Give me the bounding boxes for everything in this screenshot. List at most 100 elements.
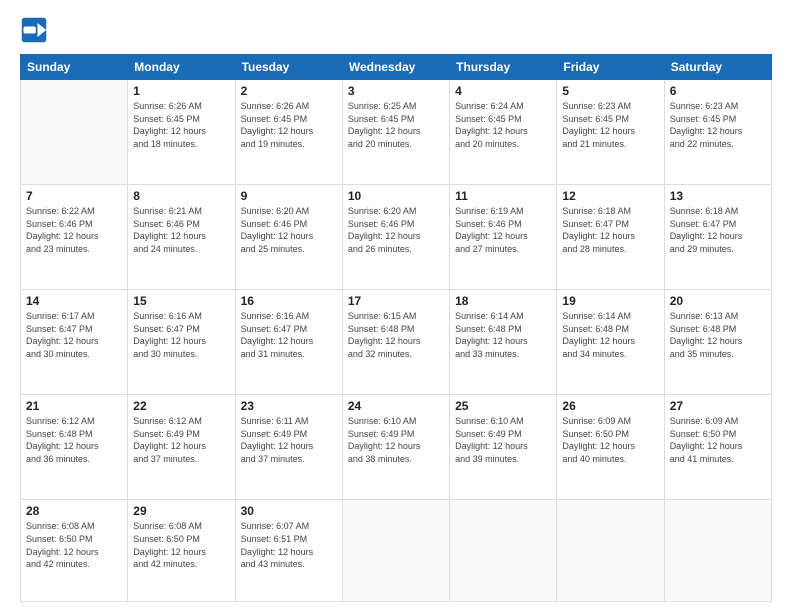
daylight-text: Daylight: 12 hours [348,336,421,346]
calendar-cell: 25Sunrise: 6:10 AM Sunset: 6:49 PM Dayli… [450,395,557,500]
sunset-text: Sunset: 6:47 PM [241,324,308,334]
sunrise-text: Sunrise: 6:25 AM [348,101,417,111]
day-info: Sunrise: 6:14 AM Sunset: 6:48 PM Dayligh… [455,310,551,360]
sunrise-text: Sunrise: 6:23 AM [562,101,631,111]
day-info: Sunrise: 6:10 AM Sunset: 6:49 PM Dayligh… [455,415,551,465]
day-number: 20 [670,294,766,308]
day-info: Sunrise: 6:21 AM Sunset: 6:46 PM Dayligh… [133,205,229,255]
daylight-text-cont: and 34 minutes. [562,349,626,359]
daylight-text: Daylight: 12 hours [670,126,743,136]
sunset-text: Sunset: 6:45 PM [348,114,415,124]
calendar-week-3: 14Sunrise: 6:17 AM Sunset: 6:47 PM Dayli… [21,290,772,395]
calendar-cell: 19Sunrise: 6:14 AM Sunset: 6:48 PM Dayli… [557,290,664,395]
sunset-text: Sunset: 6:46 PM [348,219,415,229]
daylight-text-cont: and 22 minutes. [670,139,734,149]
calendar-cell: 2Sunrise: 6:26 AM Sunset: 6:45 PM Daylig… [235,80,342,185]
sunrise-text: Sunrise: 6:13 AM [670,311,739,321]
day-info: Sunrise: 6:12 AM Sunset: 6:49 PM Dayligh… [133,415,229,465]
day-info: Sunrise: 6:20 AM Sunset: 6:46 PM Dayligh… [241,205,337,255]
calendar-week-2: 7Sunrise: 6:22 AM Sunset: 6:46 PM Daylig… [21,185,772,290]
day-info: Sunrise: 6:19 AM Sunset: 6:46 PM Dayligh… [455,205,551,255]
sunrise-text: Sunrise: 6:22 AM [26,206,95,216]
calendar-cell: 26Sunrise: 6:09 AM Sunset: 6:50 PM Dayli… [557,395,664,500]
daylight-text-cont: and 25 minutes. [241,244,305,254]
daylight-text: Daylight: 12 hours [26,441,99,451]
sunrise-text: Sunrise: 6:08 AM [133,521,202,531]
calendar-cell: 13 Sunrise: 6:18 AM Sunset: 6:47 PM Dayli… [664,185,771,290]
daylight-text-cont: and 20 minutes. [348,139,412,149]
calendar-cell: 1Sunrise: 6:26 AM Sunset: 6:45 PM Daylig… [128,80,235,185]
sunset-text: Sunset: 6:50 PM [133,534,200,544]
daylight-text-cont: and 38 minutes. [348,454,412,464]
day-number: 1 [133,84,229,98]
header [20,16,772,44]
daylight-text-cont: and 39 minutes. [455,454,519,464]
day-info: Sunrise: 6:10 AM Sunset: 6:49 PM Dayligh… [348,415,444,465]
daylight-text-cont: and 26 minutes. [348,244,412,254]
calendar-cell: 20 Sunrise: 6:13 AM Sunset: 6:48 PM Dayli… [664,290,771,395]
daylight-text: Daylight: 12 hours [562,441,635,451]
day-info: Sunrise: 6:18 AM Sunset: 6:47 PM Dayligh… [670,205,766,255]
calendar-week-1: 1 Sunrise: 6:26 AM Sunset: 6:45 PM Daylig… [21,80,772,185]
day-number: 27 [670,399,766,413]
daylight-text: Daylight: 12 hours [670,441,743,451]
day-info: Sunrise: 6:08 AM Sunset: 6:50 PM Dayligh… [26,520,122,570]
day-info: Sunrise: 6:09 AM Sunset: 6:50 PM Dayligh… [670,415,766,465]
sunrise-text: Sunrise: 6:15 AM [348,311,417,321]
day-info: Sunrise: 6:09 AM Sunset: 6:50 PM Dayligh… [562,415,658,465]
sunrise-text: Sunrise: 6:10 AM [348,416,417,426]
calendar-cell: 22 Sunrise: 6:12 AM Sunset: 6:49 PM Dayli… [128,395,235,500]
daylight-text-cont: and 33 minutes. [455,349,519,359]
daylight-text: Daylight: 12 hours [562,336,635,346]
daylight-text: Daylight: 12 hours [348,231,421,241]
day-info: Sunrise: 6:24 AM Sunset: 6:45 PM Dayligh… [455,100,551,150]
calendar-week-5: 28Sunrise: 6:08 AM Sunset: 6:50 PM Dayli… [21,500,772,602]
sunset-text: Sunset: 6:49 PM [348,429,415,439]
sunset-text: Sunset: 6:49 PM [241,429,308,439]
sunset-text: Sunset: 6:47 PM [670,219,737,229]
sunset-text: Sunset: 6:48 PM [670,324,737,334]
daylight-text-cont: and 18 minutes. [133,139,197,149]
day-number: 21 [26,399,122,413]
daylight-text: Daylight: 12 hours [455,336,528,346]
calendar-cell: 21Sunrise: 6:12 AM Sunset: 6:48 PM Dayli… [21,395,128,500]
calendar-cell: 12Sunrise: 6:18 AM Sunset: 6:47 PM Dayli… [557,185,664,290]
day-info: Sunrise: 6:22 AM Sunset: 6:46 PM Dayligh… [26,205,122,255]
daylight-text: Daylight: 12 hours [133,441,206,451]
sunset-text: Sunset: 6:48 PM [455,324,522,334]
sunrise-text: Sunrise: 6:09 AM [562,416,631,426]
day-number: 22 [133,399,229,413]
calendar-cell [557,500,664,602]
day-number: 13 [670,189,766,203]
sunrise-text: Sunrise: 6:16 AM [133,311,202,321]
daylight-text: Daylight: 12 hours [26,231,99,241]
daylight-text-cont: and 42 minutes. [26,559,90,569]
daylight-text-cont: and 27 minutes. [455,244,519,254]
day-info: Sunrise: 6:16 AM Sunset: 6:47 PM Dayligh… [241,310,337,360]
daylight-text: Daylight: 12 hours [562,231,635,241]
calendar-cell: 4Sunrise: 6:24 AM Sunset: 6:45 PM Daylig… [450,80,557,185]
day-number: 11 [455,189,551,203]
sunrise-text: Sunrise: 6:20 AM [241,206,310,216]
calendar-cell: 6Sunrise: 6:23 AM Sunset: 6:45 PM Daylig… [664,80,771,185]
sunrise-text: Sunrise: 6:08 AM [26,521,95,531]
daylight-text-cont: and 28 minutes. [562,244,626,254]
daylight-text-cont: and 37 minutes. [133,454,197,464]
sunrise-text: Sunrise: 6:19 AM [455,206,524,216]
calendar-header-saturday: Saturday [664,55,771,80]
day-number: 19 [562,294,658,308]
sunrise-text: Sunrise: 6:26 AM [133,101,202,111]
calendar-cell: 23Sunrise: 6:11 AM Sunset: 6:49 PM Dayli… [235,395,342,500]
daylight-text: Daylight: 12 hours [133,336,206,346]
calendar-cell: 3Sunrise: 6:25 AM Sunset: 6:45 PM Daylig… [342,80,449,185]
calendar-cell: 10Sunrise: 6:20 AM Sunset: 6:46 PM Dayli… [342,185,449,290]
day-number: 23 [241,399,337,413]
day-number: 18 [455,294,551,308]
sunset-text: Sunset: 6:47 PM [562,219,629,229]
sunset-text: Sunset: 6:48 PM [348,324,415,334]
day-number: 2 [241,84,337,98]
sunset-text: Sunset: 6:46 PM [455,219,522,229]
daylight-text: Daylight: 12 hours [241,126,314,136]
day-info: Sunrise: 6:13 AM Sunset: 6:48 PM Dayligh… [670,310,766,360]
sunset-text: Sunset: 6:47 PM [133,324,200,334]
